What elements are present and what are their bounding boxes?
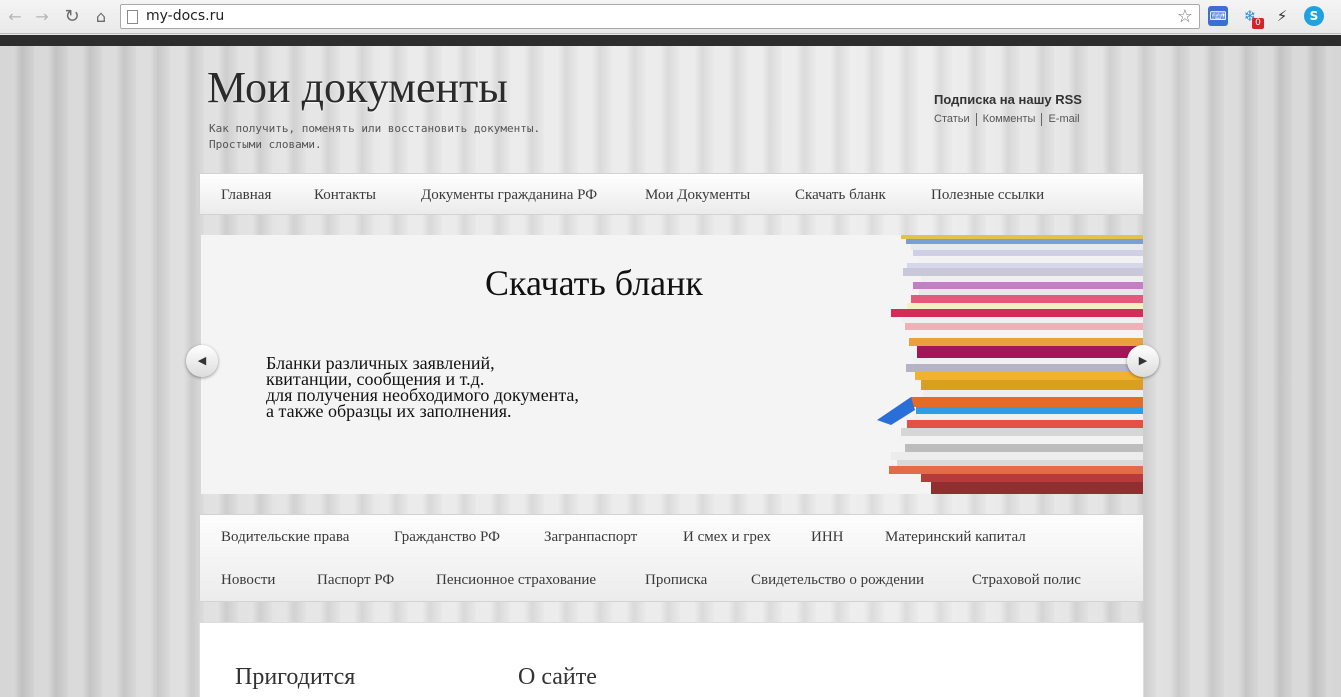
- category-birth-certificate[interactable]: Свидетельство о рождении: [751, 572, 924, 589]
- page-icon: [127, 10, 138, 24]
- site-description-line: Простыми словами.: [209, 138, 322, 151]
- slider-next-button[interactable]: ▶: [1127, 345, 1159, 377]
- extension-badge: 0: [1252, 18, 1264, 29]
- slide-title[interactable]: Скачать бланк: [485, 262, 703, 304]
- slide-description: Бланки различных заявлений, квитанции, с…: [266, 354, 579, 421]
- category-pension[interactable]: Пенсионное страхование: [436, 572, 596, 589]
- category-maternity-capital[interactable]: Материнский капитал: [885, 529, 1026, 546]
- home-icon[interactable]: ⌂: [90, 6, 112, 28]
- rss-link-articles[interactable]: Статьи: [934, 113, 976, 126]
- bookmark-star-icon[interactable]: ☆: [1177, 6, 1193, 27]
- category-registration[interactable]: Прописка: [645, 572, 707, 589]
- reload-icon[interactable]: ↻: [61, 6, 83, 28]
- rss-title: Подписка на нашу RSS: [934, 92, 1082, 107]
- site-description-line: Как получить, поменять или восстановить …: [209, 122, 541, 135]
- rss-link-email[interactable]: E-mail: [1041, 113, 1085, 126]
- rss-links: Статьи Комменты E-mail: [934, 113, 1086, 126]
- category-insurance[interactable]: Страховой полис: [972, 572, 1081, 589]
- widget-title-about: О сайте: [518, 664, 597, 690]
- nav-item-citizen-docs[interactable]: Документы гражданина РФ: [421, 187, 597, 204]
- back-icon[interactable]: ←: [4, 6, 26, 28]
- category-passport-abroad[interactable]: Загранпаспорт: [544, 529, 637, 546]
- bookmarks-bar: [0, 35, 1341, 46]
- nav-item-contacts[interactable]: Контакты: [314, 187, 376, 204]
- url-text[interactable]: my-docs.ru: [146, 8, 224, 24]
- site-title[interactable]: Мои документы: [207, 62, 508, 113]
- keyboard-extension-icon[interactable]: ⌨: [1208, 6, 1228, 26]
- category-passport[interactable]: Паспорт РФ: [317, 572, 394, 589]
- category-inn[interactable]: ИНН: [811, 529, 844, 546]
- category-news[interactable]: Новости: [221, 572, 275, 589]
- rss-link-comments[interactable]: Комменты: [975, 113, 1042, 126]
- skype-icon[interactable]: S: [1304, 6, 1324, 26]
- forward-icon[interactable]: →: [31, 6, 53, 28]
- main-nav: Главная Контакты Документы гражданина РФ…: [199, 173, 1144, 215]
- nav-item-my-docs[interactable]: Мои Документы: [645, 187, 750, 204]
- site-description: Как получить, поменять или восстановить …: [209, 121, 540, 153]
- slider-prev-button[interactable]: ◀: [186, 345, 218, 377]
- category-humor[interactable]: И смех и грех: [683, 529, 771, 546]
- category-citizenship[interactable]: Гражданство РФ: [394, 529, 500, 546]
- category-nav: Водительские права Гражданство РФ Загран…: [199, 514, 1144, 602]
- address-bar[interactable]: my-docs.ru ☆: [120, 4, 1200, 29]
- widget-title-useful: Пригодится: [235, 664, 356, 690]
- folder-stack-illustration: [877, 235, 1143, 494]
- nav-item-home[interactable]: Главная: [221, 187, 271, 204]
- slide-description-line: а также образцы их заполнения.: [266, 401, 512, 421]
- nav-item-download-form[interactable]: Скачать бланк: [795, 187, 886, 204]
- browser-toolbar: ← → ↻ ⌂ my-docs.ru ☆ ⌨ ❄ 0 ⚡ S: [0, 0, 1341, 34]
- lightning-extension-icon[interactable]: ⚡: [1272, 6, 1292, 26]
- nav-item-useful-links[interactable]: Полезные ссылки: [931, 187, 1044, 204]
- category-driver-license[interactable]: Водительские права: [221, 529, 349, 546]
